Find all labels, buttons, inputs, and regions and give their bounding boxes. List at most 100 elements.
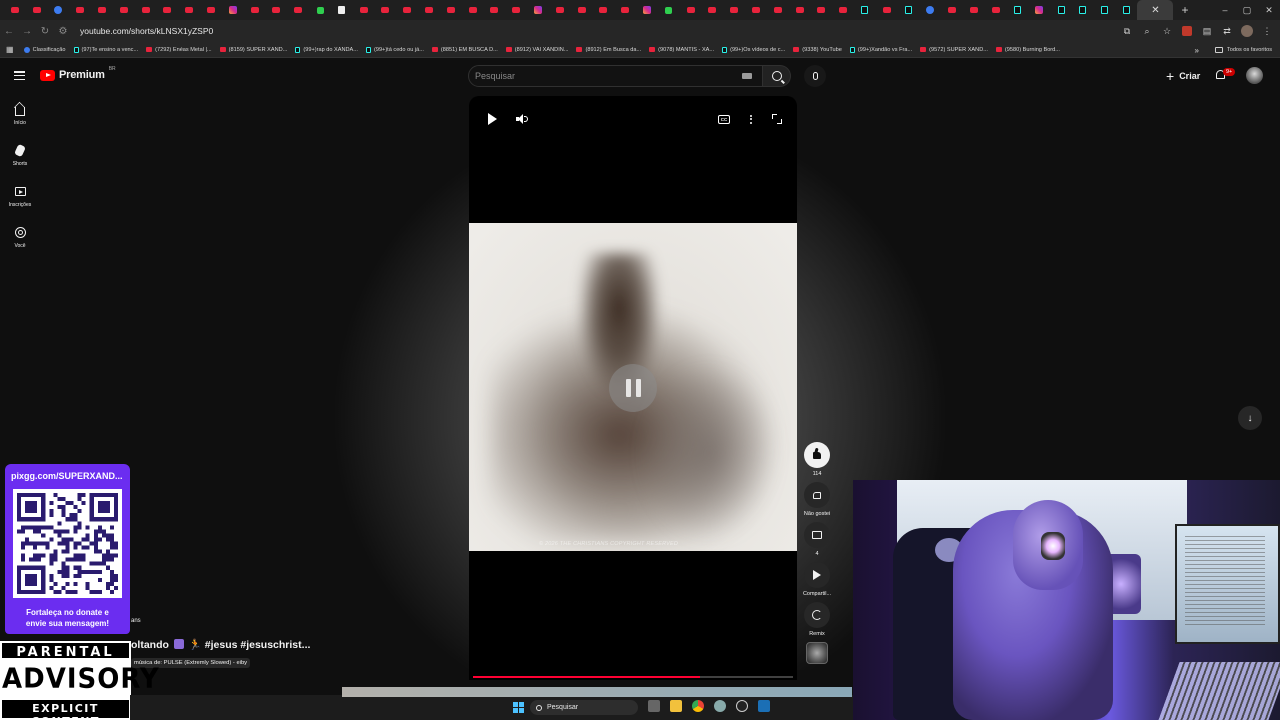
taskbar-search[interactable]: Pesquisar: [530, 700, 638, 715]
browser-tab[interactable]: [4, 0, 26, 20]
keyboard-icon[interactable]: [742, 73, 752, 79]
bookmark-item[interactable]: (99+)tá cedo ou já...: [365, 46, 424, 53]
steam-icon[interactable]: [758, 700, 770, 712]
next-video-button[interactable]: ↓: [1238, 406, 1262, 430]
browser-tab[interactable]: [353, 0, 375, 20]
close-tab-icon[interactable]: ✕: [1151, 5, 1159, 16]
minimize-button[interactable]: –: [1214, 0, 1236, 20]
browser-tab[interactable]: [680, 0, 702, 20]
bookmark-item[interactable]: (9078) MANTIS - XA...: [649, 47, 714, 53]
captions-button[interactable]: CC: [713, 108, 735, 130]
browser-tab[interactable]: [287, 0, 309, 20]
pause-overlay-button[interactable]: [609, 364, 657, 412]
bookmark-item[interactable]: (99+)Xandão vs Fra...: [849, 46, 912, 53]
bookmark-item[interactable]: (9580) Burning Bord...: [995, 47, 1060, 53]
rail-item-subscriptions[interactable]: Inscrições: [0, 176, 40, 217]
rail-item-you[interactable]: Você: [0, 217, 40, 258]
volume-button[interactable]: [511, 108, 533, 130]
browser-tab[interactable]: [1094, 0, 1116, 20]
browser-tab[interactable]: [309, 0, 331, 20]
create-button[interactable]: + Criar: [1160, 66, 1206, 86]
new-tab-button[interactable]: +: [1181, 3, 1188, 17]
browser-tab[interactable]: [396, 0, 418, 20]
obs-icon[interactable]: [736, 700, 748, 712]
more-options-button[interactable]: [740, 108, 762, 130]
fullscreen-button[interactable]: [766, 108, 788, 130]
browser-tab[interactable]: [157, 0, 179, 20]
task-view-icon[interactable]: [648, 700, 660, 712]
reload-icon[interactable]: ↻: [36, 20, 54, 42]
tab-search-icon[interactable]: ⇄: [1220, 24, 1234, 38]
browser-tab[interactable]: [985, 0, 1007, 20]
browser-tab[interactable]: [113, 0, 135, 20]
browser-tab[interactable]: [484, 0, 506, 20]
active-tab[interactable]: ✕: [1137, 0, 1174, 20]
browser-tab[interactable]: [614, 0, 636, 20]
browser-tab[interactable]: [1116, 0, 1138, 20]
bookmark-item[interactable]: (7292) Enéas Metal |...: [146, 47, 212, 53]
install-icon[interactable]: ⧉: [1120, 24, 1134, 38]
dislike-button[interactable]: [804, 482, 830, 508]
bookmark-item[interactable]: Classificação: [23, 46, 66, 53]
maximize-button[interactable]: ▢: [1236, 0, 1258, 20]
browser-tab[interactable]: [919, 0, 941, 20]
browser-tab[interactable]: [266, 0, 288, 20]
browser-tab[interactable]: [1050, 0, 1072, 20]
bookmark-item[interactable]: (8912) VAI XANDIN...: [505, 47, 568, 53]
search-button[interactable]: [763, 65, 791, 87]
bookmark-item[interactable]: (97)Te ensino a venc...: [73, 46, 138, 53]
profile-avatar[interactable]: [1240, 24, 1254, 38]
browser-tab[interactable]: [898, 0, 920, 20]
like-button[interactable]: [804, 442, 830, 468]
browser-tab[interactable]: [440, 0, 462, 20]
chrome-icon[interactable]: [692, 700, 704, 712]
youtube-logo[interactable]: Premium BR: [40, 66, 116, 81]
site-info-icon[interactable]: ⚙: [54, 20, 72, 42]
video-title[interactable]: oltando 🏃 #jesus #jesuschrist...: [131, 638, 310, 651]
browser-tab[interactable]: [571, 0, 593, 20]
like-action[interactable]: 114: [803, 442, 831, 479]
browser-tab[interactable]: [462, 0, 484, 20]
account-avatar[interactable]: [1246, 67, 1263, 84]
share-action[interactable]: Compartil...: [803, 562, 831, 599]
audio-action[interactable]: [803, 642, 831, 664]
browser-tab[interactable]: [636, 0, 658, 20]
play-button[interactable]: [481, 108, 503, 130]
browser-tab[interactable]: [1072, 0, 1094, 20]
bookmark-item[interactable]: (8851) EM BUSCA D...: [431, 47, 498, 53]
bookmark-item[interactable]: (99+)rap do XANDÃ...: [295, 46, 358, 53]
browser-tab[interactable]: [963, 0, 985, 20]
search-input[interactable]: [475, 71, 725, 81]
dislike-action[interactable]: Não gostei: [803, 482, 831, 519]
comments-button[interactable]: [804, 522, 830, 548]
zoom-icon[interactable]: ⌕: [1140, 24, 1154, 38]
share-button[interactable]: [804, 562, 830, 588]
video-frame[interactable]: © 2026 THE CHRISTIANS COPYRIGHT RESERVED: [469, 223, 797, 551]
rail-item-shorts[interactable]: Shorts: [0, 135, 40, 176]
browser-tab[interactable]: [593, 0, 615, 20]
forward-icon[interactable]: →: [18, 20, 36, 42]
browser-tab[interactable]: [244, 0, 266, 20]
browser-tab[interactable]: [178, 0, 200, 20]
browser-tab[interactable]: [135, 0, 157, 20]
browser-tab[interactable]: [48, 0, 70, 20]
browser-tab[interactable]: [767, 0, 789, 20]
browser-tab[interactable]: [527, 0, 549, 20]
apps-icon[interactable]: ▦: [6, 45, 14, 54]
menu-icon[interactable]: [14, 71, 25, 80]
voice-search-button[interactable]: [804, 65, 826, 87]
comments-action[interactable]: 4: [803, 522, 831, 559]
progress-bar[interactable]: [473, 676, 793, 678]
browser-tab[interactable]: [549, 0, 571, 20]
settings-icon[interactable]: [714, 700, 726, 712]
back-icon[interactable]: ←: [0, 20, 18, 42]
windows-start-icon[interactable]: [513, 702, 524, 713]
bookmark-item[interactable]: (99+)Os vídeos de c...: [722, 46, 785, 53]
browser-tab[interactable]: [1028, 0, 1050, 20]
extension-icon[interactable]: [1180, 24, 1194, 38]
browser-tab[interactable]: [789, 0, 811, 20]
browser-tab[interactable]: [222, 0, 244, 20]
browser-tab[interactable]: [702, 0, 724, 20]
browser-menu-icon[interactable]: ⋮: [1260, 24, 1274, 38]
browser-tab[interactable]: [941, 0, 963, 20]
